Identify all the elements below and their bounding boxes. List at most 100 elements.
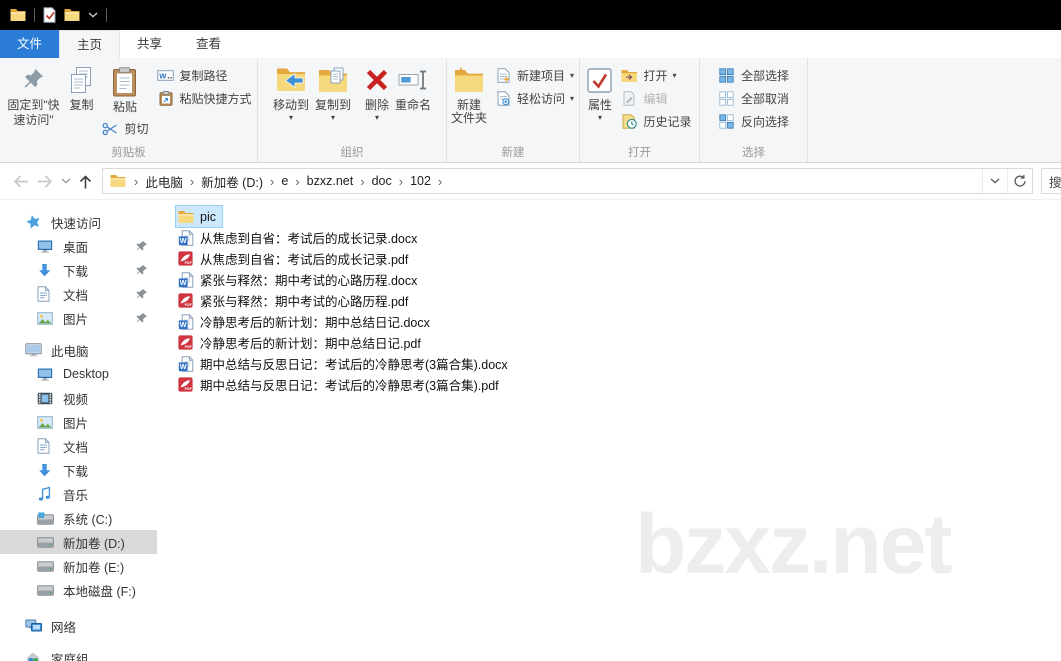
breadcrumb-separator: › (360, 173, 365, 189)
sidebar-item-desktop-pinned[interactable]: 桌面 (0, 234, 157, 258)
content-area: 快速访问 桌面 下载 文档 图片 此电脑 Desktop 视频 图片 文档 下载 音乐 系统 (C:) 新… (0, 200, 1061, 661)
file-item[interactable]: PDF 期中总结与反思日记：考试后的冷静思考(3篇合集).pdf (176, 374, 505, 395)
document-icon (37, 438, 56, 454)
file-item[interactable]: PDF 冷静思考后的新计划：期中总结日记.pdf (176, 332, 427, 353)
sidebar-item-network[interactable]: 网络 (0, 614, 157, 638)
breadcrumb-item[interactable]: doc (370, 174, 394, 188)
delete-button[interactable]: 删除 ▾ (362, 62, 392, 122)
select-all-button[interactable]: 全部选择 (714, 64, 793, 87)
music-icon (37, 486, 56, 502)
sidebar-item-this-pc[interactable]: 此电脑 (0, 338, 157, 362)
sidebar-item-drive-d[interactable]: 新加卷 (D:) (0, 530, 157, 554)
pin-icon (136, 264, 148, 276)
sidebar-item-drive-f[interactable]: 本地磁盘 (F:) (0, 578, 157, 602)
file-list-area[interactable]: pic W 从焦虑到自省：考试后的成长记录.docx PDF 从焦虑到自省：考试后的成长… (157, 200, 1061, 661)
select-group: 全部选择 全部取消 反向选择 选择 (700, 58, 808, 162)
address-bar[interactable]: › 此电脑 › 新加卷 (D:) › e › bzxz.net › doc › 102 › (102, 168, 1033, 194)
sidebar-item-downloads[interactable]: 下载 (0, 458, 157, 482)
copy-icon (68, 64, 94, 96)
edit-button[interactable]: 编辑 (616, 87, 695, 110)
title-bar (0, 0, 1061, 30)
sidebar-item-music[interactable]: 音乐 (0, 482, 157, 506)
file-item[interactable]: PDF 紧张与释然：期中考试的心路历程.pdf (176, 290, 414, 311)
address-dropdown-icon[interactable] (982, 169, 1007, 193)
tab-file[interactable]: 文件 (0, 30, 60, 58)
breadcrumb-item[interactable]: bzxz.net (305, 174, 356, 188)
file-item[interactable]: W 冷静思考后的新计划：期中总结日记.docx (176, 311, 436, 332)
paste-shortcut-button[interactable]: 粘贴快捷方式 (153, 87, 256, 110)
invert-selection-button[interactable]: 反向选择 (714, 110, 793, 133)
paste-shortcut-icon (157, 91, 175, 106)
qat-folder-icon[interactable] (10, 8, 26, 22)
sidebar-item-quick-access[interactable]: 快速访问 (0, 210, 157, 234)
qat-dropdown-icon[interactable] (88, 12, 98, 18)
pdf-file-icon: PDF (178, 251, 195, 267)
sidebar-item-desktop[interactable]: Desktop (0, 362, 157, 386)
copy-to-button[interactable]: 复制到 ▾ (312, 62, 354, 122)
breadcrumb-separator: › (398, 173, 404, 189)
sidebar-item-pictures[interactable]: 图片 (0, 410, 157, 434)
svg-text:W: W (159, 72, 167, 81)
cut-button[interactable]: 剪切 (97, 117, 152, 140)
move-to-button[interactable]: 移动到 ▾ (270, 62, 312, 122)
new-folder-button[interactable]: 新建 文件夹 (448, 62, 490, 128)
rename-button[interactable]: 重命名 (392, 62, 434, 115)
breadcrumb-separator: › (295, 173, 300, 189)
file-item[interactable]: W 期中总结与反思日记：考试后的冷静思考(3篇合集).docx (176, 353, 514, 374)
copy-path-button[interactable]: W 复制路径 (153, 64, 256, 87)
sidebar-item-downloads-pinned[interactable]: 下载 (0, 258, 157, 282)
new-item-button[interactable]: 新建项目 ▾ (490, 64, 578, 87)
breadcrumb-item[interactable]: e (279, 174, 290, 188)
edit-icon (620, 91, 638, 106)
back-button[interactable] (8, 168, 33, 194)
recent-locations-icon[interactable] (58, 168, 73, 194)
new-group: 新建 文件夹 新建项目 ▾ 轻松访问 ▾ 新建 (447, 58, 580, 162)
sidebar-item-pictures-pinned[interactable]: 图片 (0, 306, 157, 330)
tab-home[interactable]: 主页 (59, 30, 121, 58)
folder-item[interactable]: pic (175, 205, 223, 228)
breadcrumb-item[interactable]: 102 (408, 174, 433, 188)
paste-button[interactable]: 粘贴 (97, 64, 152, 117)
word-file-icon: W (178, 313, 195, 330)
sidebar-item-drive-e[interactable]: 新加卷 (E:) (0, 554, 157, 578)
open-group: 属性 ▾ 打开 ▾ 编辑 历史记录 打开 (580, 58, 700, 162)
select-none-button[interactable]: 全部取消 (714, 87, 793, 110)
address-row: › 此电脑 › 新加卷 (D:) › e › bzxz.net › doc › 102 › 搜 (0, 163, 1061, 200)
sidebar-item-videos[interactable]: 视频 (0, 386, 157, 410)
history-button[interactable]: 历史记录 (616, 110, 695, 133)
copy-button[interactable]: 复制 (65, 62, 97, 115)
forward-button[interactable] (33, 168, 58, 194)
file-item[interactable]: W 紧张与释然：期中考试的心路历程.docx (176, 269, 423, 290)
pin-to-quick-access-button[interactable]: 固定到"快速访问" (1, 62, 65, 130)
sidebar-item-documents-pinned[interactable]: 文档 (0, 282, 157, 306)
folder-file-icon (178, 209, 195, 225)
homegroup-icon (25, 650, 44, 661)
sidebar-item-drive-c[interactable]: 系统 (C:) (0, 506, 157, 530)
search-input[interactable]: 搜 (1041, 168, 1061, 194)
file-item[interactable]: PDF 从焦虑到自省：考试后的成长记录.pdf (176, 248, 414, 269)
svg-text:W: W (180, 278, 187, 287)
easy-access-button[interactable]: 轻松访问 ▾ (490, 87, 578, 110)
open-button[interactable]: 打开 ▾ (616, 64, 695, 87)
tab-view[interactable]: 查看 (179, 30, 238, 58)
drive-icon (37, 558, 56, 574)
tab-share[interactable]: 共享 (120, 30, 179, 58)
select-none-icon (718, 91, 736, 106)
up-button[interactable] (73, 168, 98, 194)
picture-icon (37, 414, 56, 430)
sidebar-item-documents[interactable]: 文档 (0, 434, 157, 458)
file-item[interactable]: W 从焦虑到自省：考试后的成长记录.docx (176, 227, 423, 248)
qat-folder2-icon[interactable] (64, 8, 80, 22)
svg-text:W: W (180, 320, 187, 329)
refresh-icon[interactable] (1007, 169, 1032, 193)
breadcrumb-separator: › (189, 173, 195, 189)
network-icon (25, 618, 44, 634)
properties-button[interactable]: 属性 ▾ (583, 62, 616, 122)
clipboard-group-label: 剪贴板 (111, 147, 146, 159)
breadcrumb-item[interactable]: 此电脑 (143, 172, 185, 191)
sidebar-item-homegroup[interactable]: 家庭组 (0, 646, 157, 661)
svg-text:PDF: PDF (185, 345, 193, 349)
breadcrumb-item[interactable]: 新加卷 (D:) (199, 172, 265, 191)
qat-properties-icon[interactable] (43, 7, 56, 23)
pin-icon (136, 312, 148, 324)
